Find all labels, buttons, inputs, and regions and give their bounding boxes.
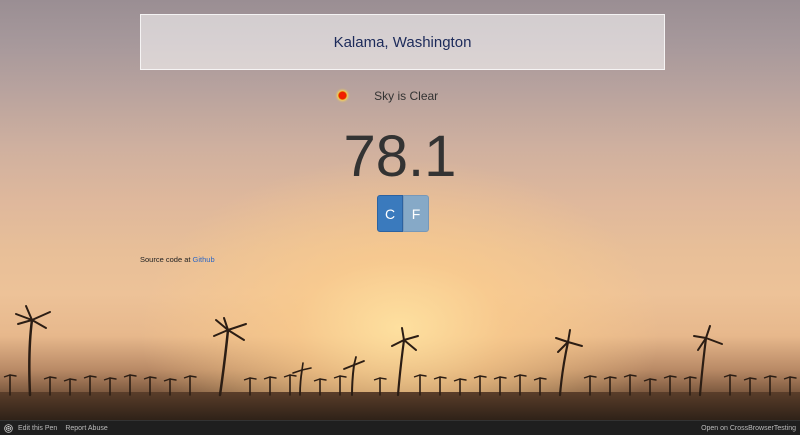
edit-pen-link[interactable]: Edit this Pen bbox=[18, 425, 57, 432]
codepen-footer-bar: Edit this Pen Report Abuse Open on Cross… bbox=[0, 420, 800, 435]
location-title: Kalama, Washington bbox=[333, 33, 472, 51]
open-crossbrowser-link[interactable]: Open on CrossBrowserTesting bbox=[701, 425, 796, 432]
weather-condition: Sky is Clear bbox=[0, 89, 800, 103]
clear-sky-icon bbox=[337, 91, 347, 101]
celsius-button[interactable]: C bbox=[377, 195, 403, 232]
codepen-logo-icon[interactable] bbox=[4, 423, 13, 433]
temperature-value: 78.1 bbox=[343, 124, 457, 189]
github-link[interactable]: Github bbox=[193, 255, 215, 264]
location-header: Kalama, Washington bbox=[140, 14, 665, 70]
source-note: Source code at Github bbox=[140, 255, 215, 264]
unit-toggle: C F bbox=[377, 195, 429, 232]
condition-text: Sky is Clear bbox=[374, 89, 439, 103]
report-abuse-link[interactable]: Report Abuse bbox=[65, 425, 107, 432]
source-prefix: Source code at bbox=[140, 255, 191, 264]
fahrenheit-button[interactable]: F bbox=[403, 195, 429, 232]
